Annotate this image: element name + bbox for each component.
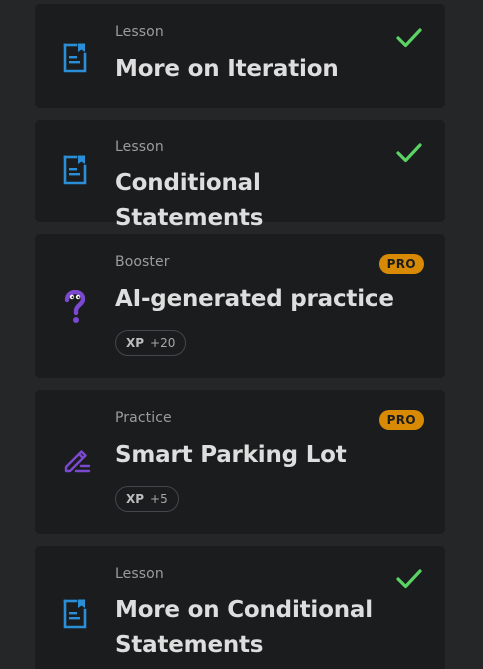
- item-category: Lesson: [115, 566, 164, 582]
- lesson-card-more-on-conditional-statements[interactable]: Lesson More on Conditional Statements: [35, 546, 445, 669]
- item-title: Smart Parking Lot: [115, 442, 347, 468]
- pro-badge: PRO: [378, 254, 424, 274]
- item-title: Conditional Statements: [115, 170, 264, 231]
- item-category: Practice: [115, 410, 172, 426]
- item-category: Booster: [115, 254, 170, 270]
- item-category: Lesson: [115, 24, 164, 40]
- check-icon: [395, 567, 423, 591]
- document-icon: [62, 598, 88, 630]
- question-mark-icon: [62, 289, 88, 323]
- practice-card-smart-parking-lot[interactable]: Practice Smart Parking Lot PRO XP +5: [35, 390, 445, 534]
- item-category: Lesson: [115, 139, 164, 155]
- pro-badge: PRO: [378, 410, 424, 430]
- xp-chip: XP +20: [115, 330, 187, 356]
- item-title: AI-generated practice: [115, 286, 394, 312]
- xp-value: +20: [150, 336, 176, 350]
- item-title: More on Conditional Statements: [115, 597, 373, 658]
- document-icon: [62, 154, 88, 186]
- document-icon: [62, 42, 88, 74]
- lesson-list: Lesson More on Iteration Lesson Conditio…: [0, 0, 483, 669]
- check-icon: [395, 141, 423, 165]
- item-title: More on Iteration: [115, 56, 339, 82]
- lesson-card-conditional-statements[interactable]: Lesson Conditional Statements: [35, 120, 445, 231]
- xp-label: XP: [126, 336, 145, 350]
- pencil-icon: [62, 446, 91, 478]
- lesson-card-more-on-iteration[interactable]: Lesson More on Iteration: [35, 4, 445, 108]
- check-icon: [395, 26, 423, 50]
- xp-label: XP: [126, 492, 145, 506]
- xp-value: +5: [150, 492, 168, 506]
- booster-card-ai-generated-practice[interactable]: Booster AI-generated practice PRO XP +20: [35, 234, 445, 378]
- xp-chip: XP +5: [115, 486, 179, 512]
